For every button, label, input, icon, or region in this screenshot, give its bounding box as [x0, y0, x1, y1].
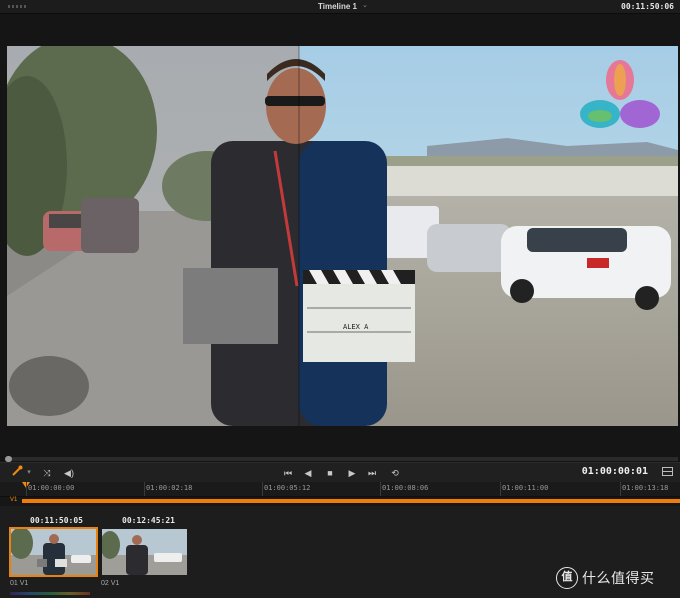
- track-clip-bar[interactable]: [22, 499, 680, 503]
- clapperboard: ALEX A: [303, 270, 415, 362]
- svg-text:ALEX A: ALEX A: [343, 323, 369, 331]
- source-timecode: 00:11:50:06: [621, 2, 674, 11]
- transport-controls: ▾ ⤨ ◀) ⏮ ◀ ■ ▶ ⏭ ⟲ 01:00:00:01: [0, 462, 680, 482]
- stop-icon[interactable]: ■: [324, 465, 336, 481]
- tick-mark: [144, 482, 145, 496]
- split-screen-frame: ALEX A: [7, 46, 678, 426]
- ruler-tick: 01:00:11:00: [502, 484, 549, 492]
- watermark-logo-icon: 值: [556, 567, 578, 589]
- clip-label: 02 V1: [101, 580, 120, 587]
- eyedropper-icon[interactable]: [10, 465, 24, 481]
- clip-timecode: 00:11:50:05: [30, 516, 83, 525]
- viewer-header: Timeline 1 ⌄ 00:11:50:06: [0, 0, 680, 14]
- eyedropper-dropdown-icon[interactable]: ▾: [25, 465, 33, 481]
- clip-thumbnail[interactable]: [9, 527, 98, 577]
- ruler-tick: 01:00:02:18: [146, 484, 193, 492]
- video-track: V1: [0, 497, 680, 506]
- watermark-text: 什么值得买: [582, 570, 655, 586]
- tick-mark: [262, 482, 263, 496]
- clip-color-strip: [10, 592, 90, 595]
- loop-icon[interactable]: ⟲: [388, 465, 402, 481]
- clip-timecode: 00:12:45:21: [122, 516, 175, 525]
- tick-mark: [380, 482, 381, 496]
- current-timecode: 01:00:00:01: [581, 466, 648, 477]
- tick-mark: [26, 482, 27, 496]
- tick-mark: [620, 482, 621, 496]
- ruler-tick: 01:00:00:00: [28, 484, 75, 492]
- play-icon[interactable]: ▶: [346, 465, 358, 481]
- ruler-tick: 01:00:13:18: [622, 484, 669, 492]
- volume-icon[interactable]: ◀): [62, 465, 76, 481]
- clip-label: 01 V1: [10, 580, 29, 587]
- timeline-name[interactable]: Timeline 1: [318, 2, 357, 11]
- viewer-image[interactable]: ALEX A: [7, 46, 678, 426]
- tick-mark: [500, 482, 501, 496]
- ruler-tick: 01:00:08:06: [382, 484, 429, 492]
- skip-back-icon[interactable]: ⏮: [281, 465, 295, 481]
- skip-forward-icon[interactable]: ⏭: [365, 465, 379, 481]
- ruler-tick: 01:00:05:12: [264, 484, 311, 492]
- scrub-bar[interactable]: [5, 456, 678, 462]
- timeline-dropdown-icon[interactable]: ⌄: [362, 1, 368, 9]
- panel-grip-icon[interactable]: [8, 5, 26, 8]
- grid-view-icon[interactable]: [660, 465, 674, 481]
- track-label: V1: [10, 497, 18, 503]
- watermark: 值 什么值得买: [556, 567, 655, 589]
- play-reverse-icon[interactable]: ◀: [302, 465, 314, 481]
- timeline-ruler[interactable]: 01:00:00:00 01:00:02:18 01:00:05:12 01:0…: [0, 482, 680, 497]
- shuffle-icon[interactable]: ⤨: [40, 465, 54, 481]
- clip-thumbnail[interactable]: [100, 527, 189, 577]
